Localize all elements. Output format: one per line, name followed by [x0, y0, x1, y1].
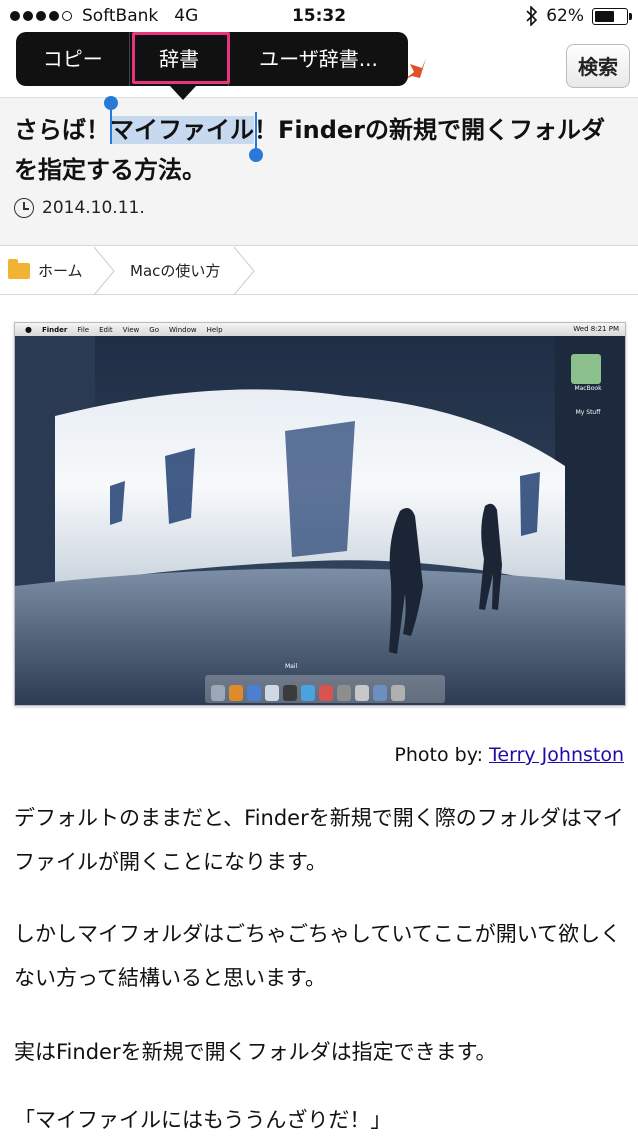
- mac-menubar: ● Finder File Edit View Go Window Help W…: [15, 323, 625, 336]
- article-photo[interactable]: ● Finder File Edit View Go Window Help W…: [14, 322, 626, 706]
- article-title[interactable]: さらば！マイファイル！Finderの新規で開くフォルダを指定する方法。: [14, 110, 624, 190]
- article-paragraph: 「マイファイルにはもううんざりだ！」: [14, 1108, 392, 1132]
- menubar-item: Go: [149, 325, 159, 334]
- menubar-item: View: [122, 325, 140, 334]
- photographer-link[interactable]: Terry Johnston: [489, 744, 624, 766]
- search-button[interactable]: 検索: [566, 44, 630, 88]
- battery-fill: [595, 10, 614, 22]
- post-date: 2014.10.11.: [14, 198, 145, 218]
- mac-dock: [205, 675, 445, 703]
- selection-start-caret: [110, 104, 112, 144]
- menubar-item: File: [77, 325, 90, 334]
- dictionary-menu-item[interactable]: 辞書: [130, 32, 231, 86]
- copy-menu-item[interactable]: コピー: [16, 32, 129, 86]
- breadcrumb-home[interactable]: ホーム: [8, 247, 83, 295]
- breadcrumb-separator-icon: [93, 247, 115, 295]
- desktop-icon-label: MacBook: [574, 385, 602, 392]
- post-date-text: 2014.10.11.: [42, 198, 145, 218]
- folder-icon: [8, 259, 30, 279]
- article-paragraph: デフォルトのままだと、Finderを新規で開く際のフォルダはマイファイルが開くこ…: [14, 806, 624, 874]
- desktop-wallpaper-image: [15, 336, 625, 705]
- status-right: 62%: [526, 6, 632, 26]
- article-paragraph: 実はFinderを新規で開くフォルダは指定できます。: [14, 1040, 497, 1064]
- menubar-clock: Wed 8:21 PM: [573, 325, 619, 333]
- menubar-item: Edit: [99, 325, 113, 334]
- photo-credit: Photo by: Terry Johnston: [394, 744, 624, 766]
- clock-icon: [14, 198, 34, 218]
- article-header: さらば！マイファイル！Finderの新規で開くフォルダを指定する方法。 2014…: [0, 96, 638, 246]
- selected-text[interactable]: マイファイル: [110, 116, 254, 144]
- highlight-annotation-box: [132, 32, 231, 84]
- battery-icon: [592, 7, 632, 25]
- menu-pointer-arrow: [170, 86, 196, 100]
- status-bar: SoftBank 4G 15:32 62%: [0, 0, 638, 36]
- menubar-item: Help: [206, 325, 223, 334]
- breadcrumb-separator-icon: [233, 247, 255, 295]
- breadcrumb-home-label: ホーム: [38, 262, 83, 280]
- breadcrumb: ホーム Macの使い方: [0, 247, 638, 295]
- photo-credit-prefix: Photo by:: [394, 744, 490, 766]
- dock-label: Mail: [285, 663, 298, 670]
- desktop-icon-label: My Stuff: [575, 409, 601, 416]
- text-edit-menu: コピー 辞書 ユーザ辞書...: [16, 32, 408, 86]
- user-dictionary-menu-item[interactable]: ユーザ辞書...: [229, 32, 408, 86]
- title-prefix: さらば！: [14, 116, 110, 144]
- battery-percent: 62%: [546, 6, 584, 26]
- bluetooth-icon: [526, 6, 538, 26]
- selection-end-caret: [255, 112, 257, 152]
- menubar-item: Finder: [41, 325, 68, 334]
- article-paragraph: しかしマイフォルダはごちゃごちゃしていてここが開いて欲しくない方って結構いると思…: [14, 922, 622, 990]
- menubar-item: Window: [168, 325, 197, 334]
- breadcrumb-category[interactable]: Macの使い方: [130, 247, 220, 295]
- selection-end-handle[interactable]: [249, 148, 263, 162]
- apple-icon: ●: [25, 325, 32, 334]
